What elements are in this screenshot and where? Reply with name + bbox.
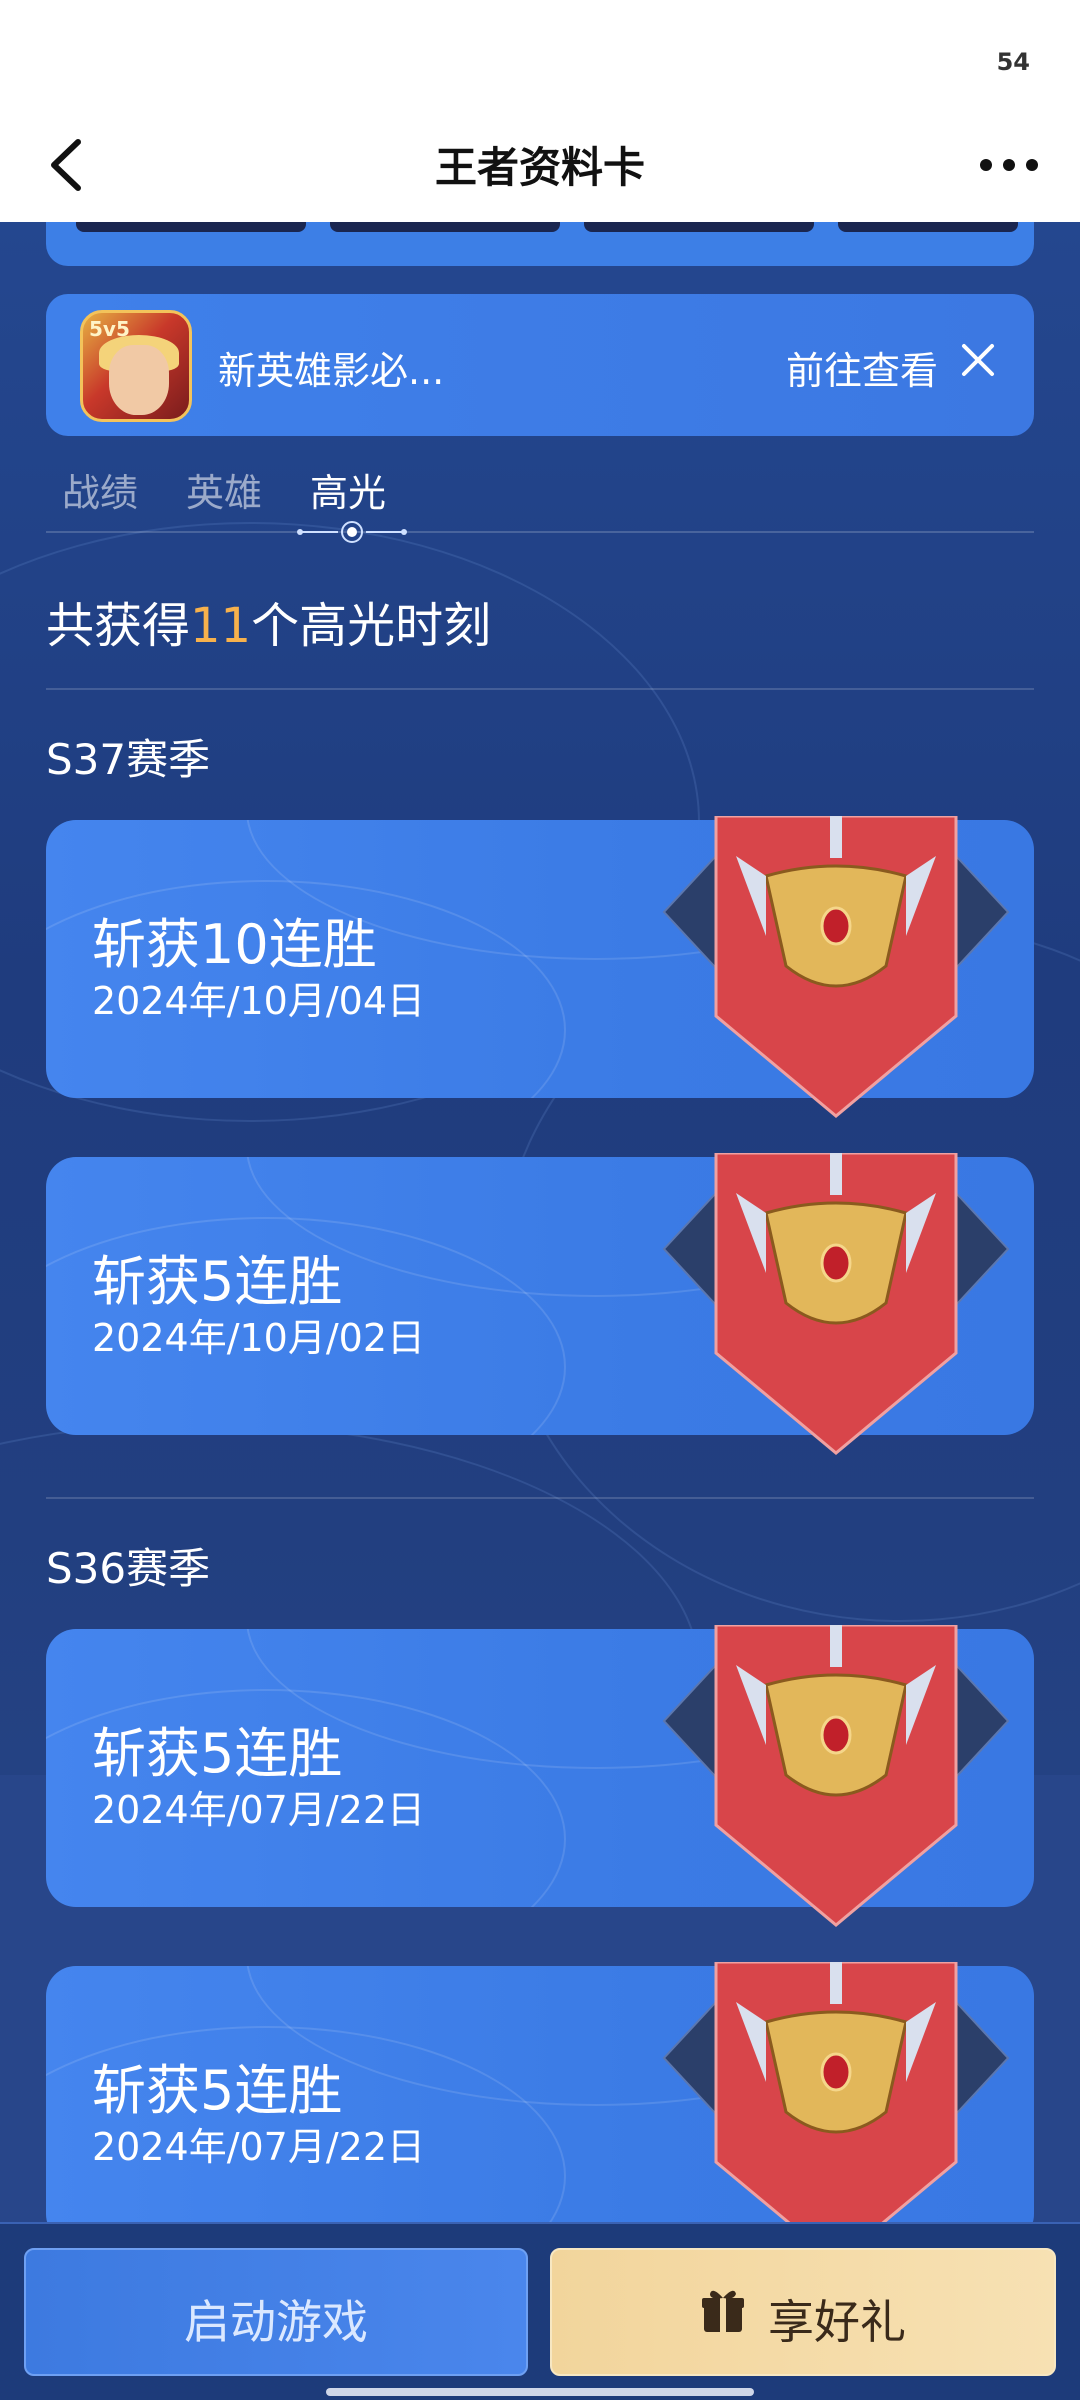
section-divider <box>46 1497 1034 1499</box>
status-indicator: 54 <box>996 48 1030 76</box>
thumbnail <box>330 222 560 232</box>
thumbnail <box>838 222 1018 232</box>
win-streak-badge-icon <box>662 1962 1010 2264</box>
previous-card-strip <box>46 222 1034 266</box>
tab-record[interactable]: 战绩 <box>62 462 138 517</box>
thumbnail <box>76 222 306 232</box>
game-icon-label: 5v5 <box>89 317 130 341</box>
highlight-card[interactable]: 斩获5连胜 2024年/07月/22日 <box>46 1625 1034 1927</box>
season-label: S36赛季 <box>46 1544 211 1593</box>
page-title: 王者资料卡 <box>434 143 645 192</box>
active-tab-indicator <box>297 521 407 543</box>
banner-view-link[interactable]: 前往查看 <box>786 340 938 395</box>
win-streak-badge-icon <box>662 816 1010 1118</box>
gift-icon <box>702 2290 744 2332</box>
highlight-card[interactable]: 斩获5连胜 2024年/07月/22日 <box>46 1962 1034 2264</box>
thumbnail <box>584 222 814 232</box>
more-button[interactable] <box>974 140 1044 190</box>
launch-game-button[interactable]: 启动游戏 <box>24 2248 528 2376</box>
highlight-date: 2024年/10月/04日 <box>92 979 426 1023</box>
more-icon <box>980 159 1038 171</box>
highlight-title: 斩获10连胜 <box>92 913 377 976</box>
highlight-summary: 共获得11个高光时刻 <box>46 586 491 656</box>
highlight-count: 11 <box>190 598 252 654</box>
status-bar: 54 <box>0 0 1080 110</box>
close-icon <box>962 344 994 376</box>
home-indicator[interactable] <box>326 2388 754 2396</box>
summary-prefix: 共获得 <box>46 598 191 654</box>
tab-highlights[interactable]: 高光 <box>310 462 386 517</box>
banner-close-button[interactable] <box>958 340 998 380</box>
launch-game-label: 启动游戏 <box>184 2295 368 2349</box>
season-label: S37赛季 <box>46 735 211 784</box>
highlight-card[interactable]: 斩获5连胜 2024年/10月/02日 <box>46 1153 1034 1455</box>
tab-bar: 战绩 英雄 高光 <box>46 462 1034 542</box>
highlight-title: 斩获5连胜 <box>92 1722 343 1785</box>
highlight-title: 斩获5连胜 <box>92 1250 343 1313</box>
highlight-title: 斩获5连胜 <box>92 2059 343 2122</box>
game-app-icon: 5v5 <box>80 310 192 422</box>
highlight-date: 2024年/10月/02日 <box>92 1316 426 1360</box>
top-navigation-bar: 王者资料卡 <box>0 110 1080 222</box>
promo-banner[interactable]: 5v5 新英雄影必... 前往查看 <box>46 294 1034 436</box>
bottom-action-bar: 启动游戏 享好礼 <box>0 2222 1080 2400</box>
highlight-date: 2024年/07月/22日 <box>92 1788 426 1832</box>
win-streak-badge-icon <box>662 1625 1010 1927</box>
tab-divider <box>46 531 1034 533</box>
highlight-card[interactable]: 斩获10连胜 2024年/10月/04日 <box>46 816 1034 1118</box>
gift-button[interactable]: 享好礼 <box>550 2248 1056 2376</box>
banner-text: 新英雄影必... <box>218 349 445 393</box>
tab-heroes[interactable]: 英雄 <box>186 462 262 517</box>
win-streak-badge-icon <box>662 1153 1010 1455</box>
summary-suffix: 个高光时刻 <box>251 598 492 654</box>
gift-label: 享好礼 <box>768 2295 906 2349</box>
section-divider <box>46 688 1034 690</box>
highlight-date: 2024年/07月/22日 <box>92 2125 426 2169</box>
